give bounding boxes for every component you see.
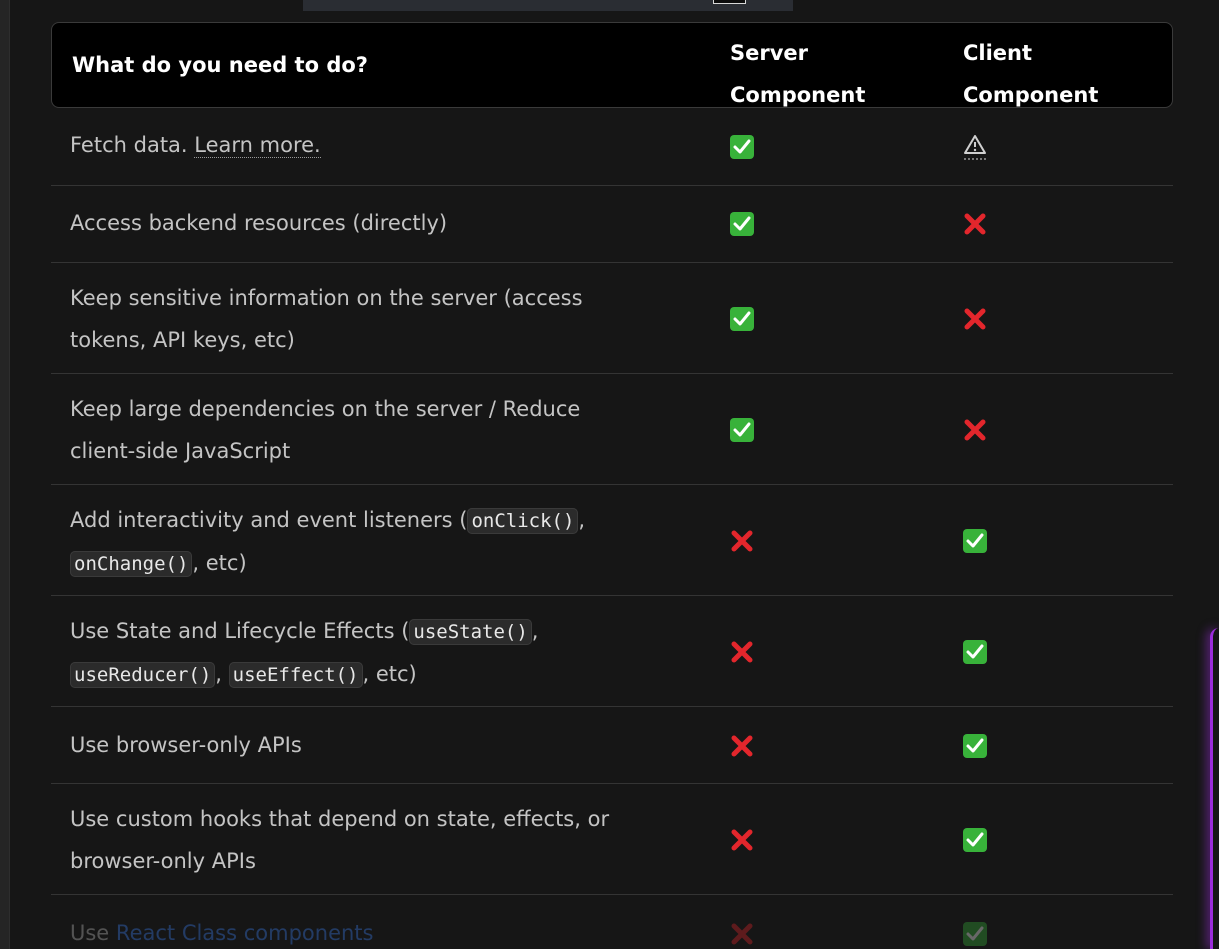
row-task: Use State and Lifecycle Effects (useStat… — [70, 619, 539, 688]
toolbar-button[interactable] — [713, 0, 746, 4]
check-icon — [730, 212, 754, 236]
table-row: Use browser-only APIs — [51, 707, 1173, 784]
check-icon — [730, 307, 754, 331]
page: What do you need to do? Server Component… — [0, 0, 1219, 949]
left-scroll-rail — [0, 0, 10, 949]
table-row: Access backend resources (directly) — [51, 186, 1173, 263]
row-task: Keep large dependencies on the server / … — [70, 397, 581, 463]
table-row: Fetch data. Learn more. — [51, 108, 1173, 186]
row-task: Keep sensitive information on the server… — [70, 286, 583, 352]
row-task: Use React Class components — [70, 921, 374, 945]
comparison-table: What do you need to do? Server Component… — [51, 22, 1173, 949]
check-icon — [963, 922, 987, 946]
code-onclick: onClick() — [467, 508, 579, 534]
cross-icon — [731, 923, 753, 945]
side-panel-edge — [1210, 628, 1219, 949]
code-usestate: useState() — [409, 619, 532, 645]
column-header-task: What do you need to do? — [72, 53, 368, 77]
code-usereducer: useReducer() — [70, 662, 216, 688]
cross-icon — [964, 419, 986, 441]
react-class-components-link[interactable]: React Class components — [116, 921, 374, 945]
check-icon — [730, 135, 754, 159]
table-row: Use custom hooks that depend on state, e… — [51, 784, 1173, 895]
check-icon — [963, 640, 987, 664]
warning-icon[interactable] — [962, 132, 988, 162]
table-row: Keep large dependencies on the server / … — [51, 374, 1173, 485]
row-task: Add interactivity and event listeners (o… — [70, 508, 586, 577]
cross-icon — [731, 641, 753, 663]
table-row: Use State and Lifecycle Effects (useStat… — [51, 596, 1173, 707]
code-useeffect: useEffect() — [228, 662, 363, 688]
learn-more-link[interactable]: Learn more. — [194, 133, 321, 158]
check-icon — [730, 418, 754, 442]
row-task: Use custom hooks that depend on state, e… — [70, 807, 610, 873]
table-row: Use React Class components — [51, 895, 1173, 949]
cross-icon — [731, 829, 753, 851]
check-icon — [963, 828, 987, 852]
table-row: Add interactivity and event listeners (o… — [51, 485, 1173, 596]
code-onchange: onChange() — [70, 551, 193, 577]
column-header-client: Client Component — [963, 41, 1099, 107]
cross-icon — [731, 530, 753, 552]
column-header-server: Server Component — [730, 41, 866, 107]
check-icon — [963, 734, 987, 758]
row-task: Fetch data. Learn more. — [70, 133, 321, 158]
table-row: Keep sensitive information on the server… — [51, 263, 1173, 374]
row-task: Use browser-only APIs — [70, 733, 302, 757]
row-task: Access backend resources (directly) — [70, 211, 448, 235]
check-icon — [963, 529, 987, 553]
table-header: What do you need to do? Server Component… — [51, 22, 1173, 108]
cross-icon — [964, 308, 986, 330]
cross-icon — [964, 213, 986, 235]
cross-icon — [731, 735, 753, 757]
